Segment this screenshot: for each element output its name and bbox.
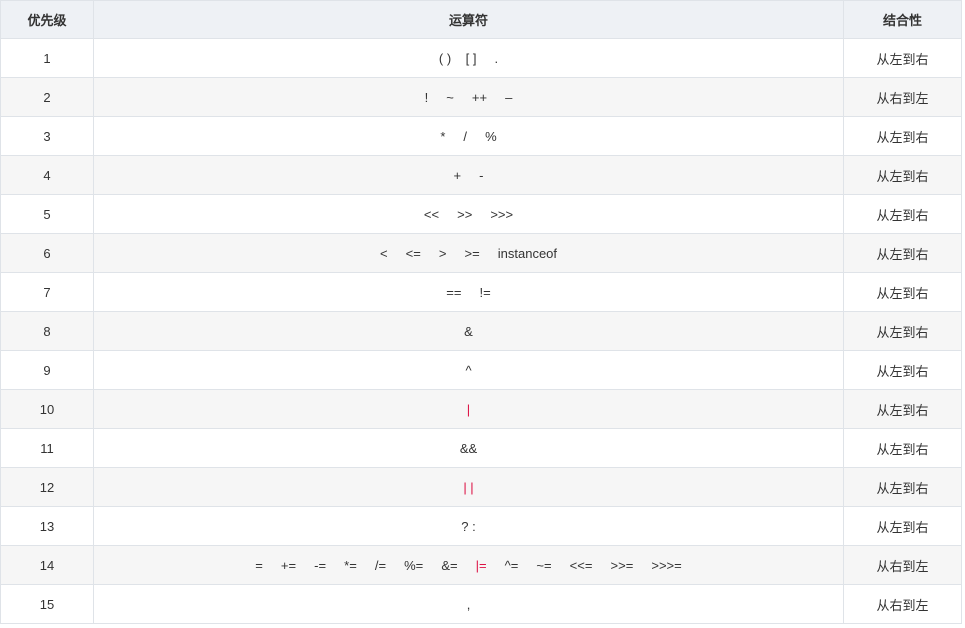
priority-cell: 8: [0, 311, 94, 351]
assignment-operators-part1: = += -= *= /= %= &=: [255, 557, 476, 573]
operators-cell: &: [93, 311, 844, 351]
table-row: 14 = += -= *= /= %= &= |= ^= ~= <<= >>= …: [0, 545, 962, 585]
table-row: 9 ^ 从左到右: [0, 350, 962, 390]
priority-cell: 6: [0, 233, 94, 273]
operators-cell: * / %: [93, 116, 844, 156]
associativity-cell: 从左到右: [843, 428, 962, 468]
table-row: 8 & 从左到右: [0, 311, 962, 351]
or-assign-operator: |=: [475, 557, 487, 573]
table-row: 13 ? : 从左到右: [0, 506, 962, 546]
table-row: 7 == != 从左到右: [0, 272, 962, 312]
associativity-cell: 从左到右: [843, 311, 962, 351]
associativity-cell: 从右到左: [843, 545, 962, 585]
operators-cell: ! ~ ++ –: [93, 77, 844, 117]
table-row: 6 < <= > >= instanceof 从左到右: [0, 233, 962, 273]
operators-cell: | |: [93, 467, 844, 507]
associativity-cell: 从左到右: [843, 38, 962, 78]
table-row: 15 , 从右到左: [0, 584, 962, 624]
table-row: 3 * / % 从左到右: [0, 116, 962, 156]
table-body: 1 ( ) [ ] . 从左到右 2 ! ~ ++ – 从右到左 3 * / %…: [0, 38, 962, 624]
operators-cell: == !=: [93, 272, 844, 312]
priority-cell: 9: [0, 350, 94, 390]
table-row: 1 ( ) [ ] . 从左到右: [0, 38, 962, 78]
priority-cell: 15: [0, 584, 94, 624]
priority-cell: 7: [0, 272, 94, 312]
operators-cell: ,: [93, 584, 844, 624]
table-row: 5 << >> >>> 从左到右: [0, 194, 962, 234]
associativity-cell: 从左到右: [843, 467, 962, 507]
header-priority: 优先级: [0, 0, 94, 39]
table-row: 10 | 从左到右: [0, 389, 962, 429]
operator-precedence-table: 优先级 运算符 结合性 1 ( ) [ ] . 从左到右 2 ! ~ ++ – …: [0, 0, 962, 624]
operators-cell: ? :: [93, 506, 844, 546]
assignment-operators-part2: ^= ~= <<= >>= >>>=: [486, 557, 682, 573]
associativity-cell: 从左到右: [843, 194, 962, 234]
associativity-cell: 从左到右: [843, 389, 962, 429]
operators-cell: = += -= *= /= %= &= |= ^= ~= <<= >>= >>>…: [93, 545, 844, 585]
priority-cell: 12: [0, 467, 94, 507]
priority-cell: 10: [0, 389, 94, 429]
operators-cell: < <= > >= instanceof: [93, 233, 844, 273]
table-row: 4 + - 从左到右: [0, 155, 962, 195]
associativity-cell: 从右到左: [843, 77, 962, 117]
priority-cell: 14: [0, 545, 94, 585]
header-associativity: 结合性: [843, 0, 962, 39]
associativity-cell: 从左到右: [843, 155, 962, 195]
operators-cell: &&: [93, 428, 844, 468]
table-row: 11 && 从左到右: [0, 428, 962, 468]
priority-cell: 11: [0, 428, 94, 468]
associativity-cell: 从左到右: [843, 506, 962, 546]
priority-cell: 13: [0, 506, 94, 546]
table-header: 优先级 运算符 结合性: [0, 0, 962, 39]
header-operators: 运算符: [93, 0, 844, 39]
associativity-cell: 从左到右: [843, 116, 962, 156]
associativity-cell: 从左到右: [843, 272, 962, 312]
associativity-cell: 从右到左: [843, 584, 962, 624]
header-row: 优先级 运算符 结合性: [0, 0, 962, 39]
priority-cell: 5: [0, 194, 94, 234]
operators-cell: ^: [93, 350, 844, 390]
priority-cell: 2: [0, 77, 94, 117]
priority-cell: 3: [0, 116, 94, 156]
table-row: 2 ! ~ ++ – 从右到左: [0, 77, 962, 117]
priority-cell: 4: [0, 155, 94, 195]
table-row: 12 | | 从左到右: [0, 467, 962, 507]
priority-cell: 1: [0, 38, 94, 78]
operators-cell: + -: [93, 155, 844, 195]
operators-cell: |: [93, 389, 844, 429]
operators-cell: << >> >>>: [93, 194, 844, 234]
operators-cell: ( ) [ ] .: [93, 38, 844, 78]
associativity-cell: 从左到右: [843, 350, 962, 390]
associativity-cell: 从左到右: [843, 233, 962, 273]
